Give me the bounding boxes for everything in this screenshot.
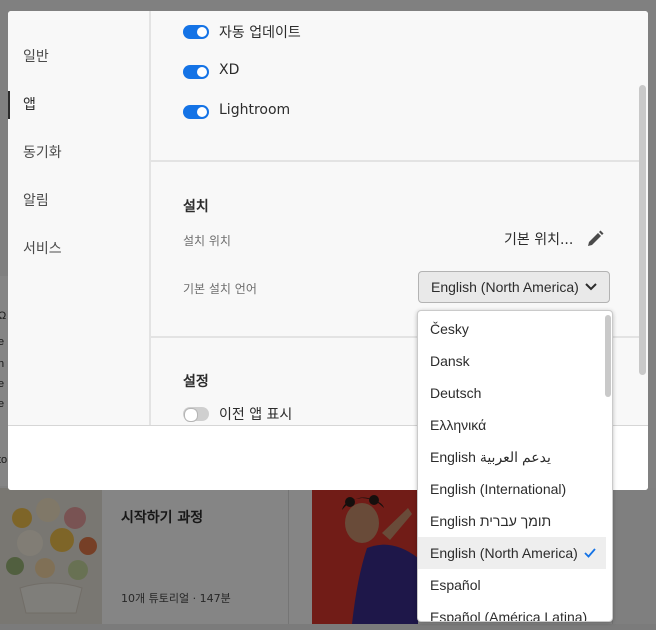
- install-language-value: English (North America): [431, 279, 579, 295]
- language-option[interactable]: Español (América Latina): [418, 601, 606, 621]
- sidebar-item-notifications[interactable]: 알림: [8, 185, 149, 217]
- language-option[interactable]: Dansk: [418, 345, 606, 377]
- auto-update-label: 자동 업데이트: [219, 25, 301, 41]
- settings-section-title: 설정: [183, 374, 209, 390]
- install-language-label: 기본 설치 언어: [183, 282, 257, 296]
- install-location-label: 설치 위치: [183, 234, 231, 248]
- sidebar-item-label: 일반: [23, 49, 49, 65]
- sidebar-item-sync[interactable]: 동기화: [8, 137, 149, 169]
- language-option[interactable]: English (International): [418, 473, 606, 505]
- sidebar-item-apps[interactable]: 앱: [8, 89, 149, 121]
- chevron-down-icon: [585, 283, 597, 291]
- language-option-selected[interactable]: English (North America): [418, 537, 606, 569]
- sidebar-item-label: 서비스: [23, 241, 62, 257]
- language-option[interactable]: English תומך עברית: [418, 505, 606, 537]
- sidebar-item-label: 알림: [23, 193, 49, 209]
- auto-update-toggle[interactable]: [183, 25, 209, 39]
- language-option-label: English (North America): [430, 545, 578, 561]
- install-location-value: 기본 위치...: [504, 232, 574, 248]
- language-option[interactable]: Español: [418, 569, 606, 601]
- lightroom-update-toggle[interactable]: [183, 105, 209, 119]
- sidebar-item-services[interactable]: 서비스: [8, 233, 149, 265]
- preferences-sidebar: 일반 앱 동기화 알림 서비스: [8, 11, 149, 425]
- language-dropdown-menu: Česky Dansk Deutsch Ελληνικά English يدع…: [417, 310, 613, 622]
- panel-scrollbar[interactable]: [639, 85, 646, 375]
- language-option[interactable]: Ελληνικά: [418, 409, 606, 441]
- language-option[interactable]: Česky: [418, 313, 606, 345]
- language-option[interactable]: English يدعم العربية: [418, 441, 606, 473]
- section-divider: [151, 160, 641, 162]
- lightroom-update-label: Lightroom: [219, 102, 291, 118]
- xd-update-label: XD: [219, 62, 240, 78]
- sidebar-item-general[interactable]: 일반: [8, 41, 149, 73]
- show-previous-apps-toggle[interactable]: [183, 407, 209, 422]
- xd-update-toggle[interactable]: [183, 65, 209, 79]
- sidebar-item-label: 앱: [23, 97, 36, 113]
- show-previous-apps-label: 이전 앱 표시: [219, 407, 293, 423]
- install-language-select[interactable]: English (North America): [418, 271, 610, 303]
- checkmark-icon: [584, 548, 596, 558]
- dropdown-scrollbar[interactable]: [605, 315, 611, 397]
- language-option[interactable]: Deutsch: [418, 377, 606, 409]
- edit-pencil-icon[interactable]: [585, 229, 605, 249]
- sidebar-item-label: 동기화: [23, 145, 62, 161]
- install-section-title: 설치: [183, 199, 209, 215]
